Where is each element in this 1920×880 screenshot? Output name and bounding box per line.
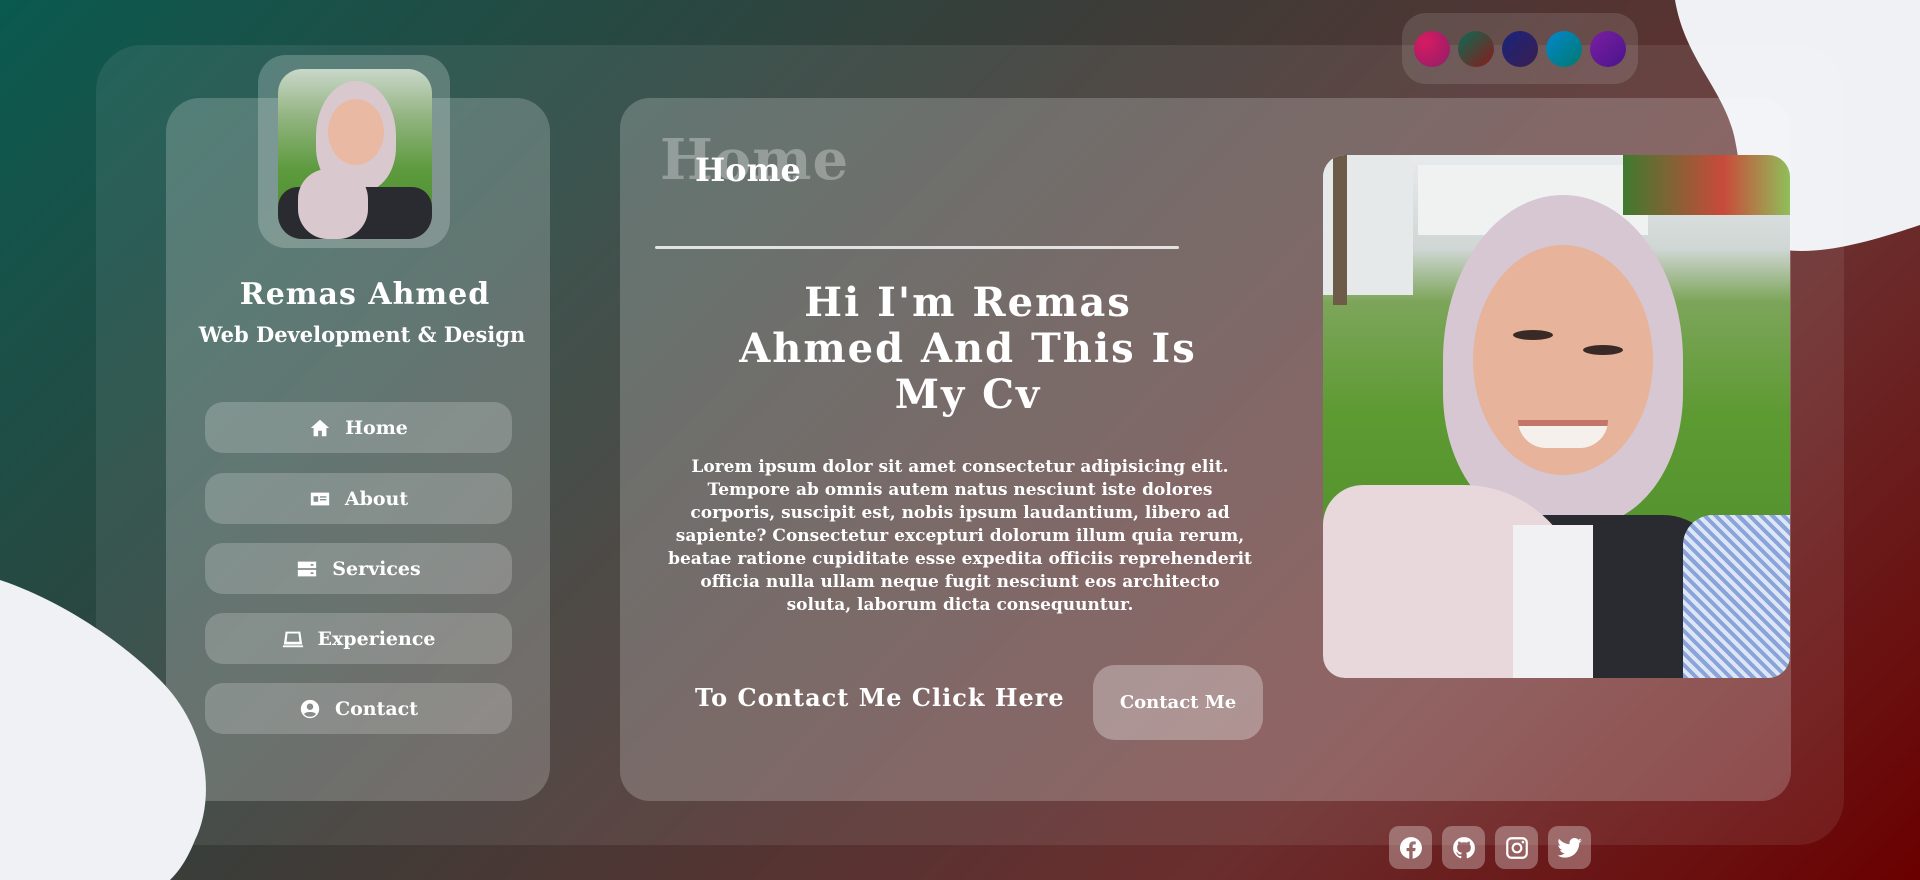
user-circle-icon xyxy=(300,699,320,718)
headline-line: My Cv xyxy=(894,371,1042,418)
profile-name: Remas Ahmed xyxy=(239,277,491,312)
theme-swatch-blue[interactable] xyxy=(1546,30,1582,67)
contact-prompt: To Contact Me Click Here xyxy=(695,683,1065,712)
headline-line: Ahmed And This Is xyxy=(739,325,1197,372)
social-links xyxy=(1389,826,1591,869)
facebook-icon xyxy=(1399,836,1422,859)
headline-line: Hi I'm Remas xyxy=(804,279,1132,326)
avatar xyxy=(278,69,432,239)
theme-swatch-purple[interactable] xyxy=(1590,30,1626,67)
nav-item-label: Services xyxy=(332,557,421,580)
hero-photo xyxy=(1323,155,1790,678)
contact-me-button[interactable]: Contact Me xyxy=(1093,665,1263,740)
theme-swatch-pink[interactable] xyxy=(1414,30,1450,67)
server-icon xyxy=(298,561,317,576)
profile-role: Web Development & Design xyxy=(198,322,526,347)
nav-item-label: Contact xyxy=(334,697,419,720)
nav-item-contact[interactable]: Contact xyxy=(205,683,512,734)
nav-item-label: Home xyxy=(345,416,408,439)
github-link[interactable] xyxy=(1442,826,1485,869)
github-icon xyxy=(1452,836,1475,858)
twitter-link[interactable] xyxy=(1548,826,1591,869)
nav-item-home[interactable]: Home xyxy=(205,402,512,453)
headline: Hi I'm Remas Ahmed And This Is My Cv xyxy=(700,280,1236,418)
section-title: Home xyxy=(695,151,801,189)
nav-item-label: Experience xyxy=(317,627,436,650)
nav-item-label: About xyxy=(344,487,409,510)
section-divider xyxy=(655,246,1179,249)
laptop-icon xyxy=(282,631,303,647)
id-card-icon xyxy=(310,492,330,505)
theme-swatch-green[interactable] xyxy=(1458,30,1494,67)
nav-item-about[interactable]: About xyxy=(205,473,512,524)
instagram-link[interactable] xyxy=(1495,826,1538,869)
theme-swatch-bar xyxy=(1402,13,1638,84)
theme-swatch-navy[interactable] xyxy=(1502,30,1538,67)
twitter-icon xyxy=(1557,837,1582,858)
nav-item-experience[interactable]: Experience xyxy=(205,613,512,664)
home-icon xyxy=(310,419,330,436)
instagram-icon xyxy=(1505,836,1528,859)
intro-paragraph: Lorem ipsum dolor sit amet consectetur a… xyxy=(668,457,1252,615)
nav-item-services[interactable]: Services xyxy=(205,543,512,594)
facebook-link[interactable] xyxy=(1389,826,1432,869)
